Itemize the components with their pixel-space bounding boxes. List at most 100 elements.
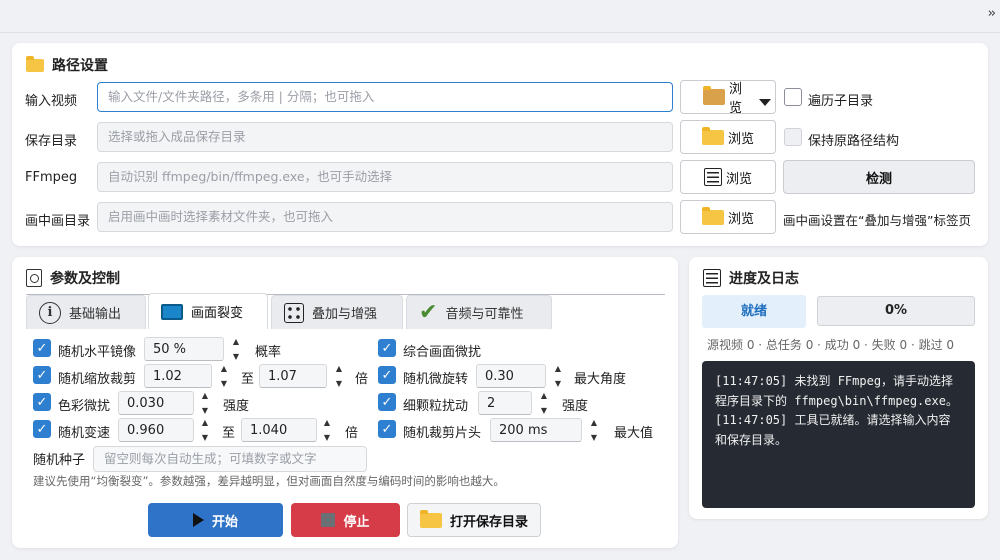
grain-jitter-checkbox[interactable]: ✓ (378, 393, 396, 411)
tab-audio-reliability[interactable]: ✔ 音频与可靠性 (406, 295, 552, 329)
input-video-browse-label: 浏览 (729, 82, 743, 114)
detect-button[interactable]: 检测 (783, 160, 975, 194)
hflip-prob-suffix: 概率 (255, 345, 282, 360)
start-button[interactable]: 开始 (148, 503, 283, 537)
speed-min-value: 0.960 (127, 423, 165, 438)
tab-overlay-enhance[interactable]: 叠加与增强 (271, 295, 403, 329)
random-scale-crop-checkbox[interactable]: ✓ (33, 366, 51, 384)
pip-dir-browse-label: 浏览 (727, 211, 754, 227)
checkmark-icon: ✔ (419, 299, 438, 325)
keep-structure-label: 保持原路径结构 (808, 134, 900, 149)
document-icon (703, 269, 721, 287)
save-dir-field[interactable]: 选择或拖入成品保存目录 (97, 122, 673, 152)
log-panel[interactable]: [11:47:05] 未找到 FFmpeg，请手动选择程序目录下的 ffmpeg… (702, 361, 975, 508)
ffmpeg-field[interactable]: 自动识别 ffmpeg/bin/ffmpeg.exe，也可手动选择 (97, 162, 673, 192)
combined-jitter-checkbox[interactable]: ✓ (378, 339, 396, 357)
pip-dir-label: 画中画目录 (25, 214, 91, 229)
color-jitter-label: 色彩微扰 (58, 399, 111, 414)
trim-head-value: 200 ms (499, 423, 548, 438)
save-dir-label: 保存目录 (25, 134, 78, 149)
task-stats: 源视频 0 · 总任务 0 · 成功 0 · 失败 0 · 跳过 0 (707, 338, 955, 352)
info-icon: i (39, 301, 61, 324)
recurse-subdirs-label: 遍历子目录 (808, 94, 874, 109)
random-scale-crop-label: 随机缩放裁剪 (58, 372, 137, 387)
ffmpeg-label: FFmpeg (25, 170, 78, 185)
detect-label: 检测 (865, 171, 892, 187)
scale-max-spinner[interactable]: ▲ ▼ (331, 363, 347, 389)
seed-placeholder: 留空则每次自动生成；可填数字或文字 (104, 451, 317, 466)
tab-basic-output[interactable]: i 基础输出 (26, 295, 146, 329)
scale-min-value: 1.02 (153, 369, 182, 384)
rotate-max-suffix: 最大角度 (574, 372, 627, 387)
color-jitter-spinner[interactable]: ▲ ▼ (197, 390, 213, 416)
pip-dir-field[interactable]: 启用画中画时选择素材文件夹，也可拖入 (97, 202, 673, 232)
scale-min-spinner[interactable]: ▲ ▼ (216, 363, 232, 389)
open-save-dir-button[interactable]: 打开保存目录 (407, 503, 541, 537)
status-badge: 就绪 (702, 295, 806, 328)
play-icon (192, 513, 204, 527)
start-label: 开始 (211, 514, 238, 530)
grain-strength-input[interactable]: 2 (478, 391, 532, 415)
random-rotate-checkbox[interactable]: ✓ (378, 366, 396, 384)
speed-max-spinner[interactable]: ▲ ▼ (319, 417, 335, 443)
scale-min-input[interactable]: 1.02 (144, 364, 212, 388)
tab-audio-reliability-label: 音频与可靠性 (445, 307, 524, 322)
input-video-field[interactable]: 输入文件/文件夹路径，多条用 | 分隔；也可拖入 (97, 82, 673, 112)
grain-strength-spinner[interactable]: ▲ ▼ (536, 390, 552, 416)
fission-hint: 建议先使用“均衡裂变”。参数越强，差异越明显，但对画面自然度与编码时间的影响也越… (33, 474, 505, 488)
ffmpeg-browse-label: 浏览 (725, 171, 752, 187)
seed-input[interactable]: 留空则每次自动生成；可填数字或文字 (93, 446, 367, 472)
stop-button[interactable]: 停止 (291, 503, 400, 537)
random-speed-checkbox[interactable]: ✓ (33, 420, 51, 438)
color-jitter-input[interactable]: 0.030 (118, 391, 194, 415)
seed-label: 随机种子 (33, 453, 86, 468)
color-jitter-checkbox[interactable]: ✓ (33, 393, 51, 411)
trim-head-input[interactable]: 200 ms (490, 418, 582, 442)
ffmpeg-placeholder: 自动识别 ffmpeg/bin/ffmpeg.exe，也可手动选择 (108, 169, 393, 184)
top-divider (0, 32, 1000, 33)
collapse-toggle[interactable]: ›› (988, 6, 997, 21)
input-video-label: 输入视频 (25, 94, 78, 109)
input-video-placeholder: 输入文件/文件夹路径，多条用 | 分隔；也可拖入 (108, 89, 375, 104)
scale-range-to: 至 (241, 372, 255, 387)
tab-overlay-enhance-label: 叠加与增强 (312, 307, 378, 322)
random-trim-head-checkbox[interactable]: ✓ (378, 420, 396, 438)
scale-max-value: 1.07 (268, 369, 297, 384)
trim-head-spinner[interactable]: ▲ ▼ (586, 417, 602, 443)
recurse-subdirs-checkbox[interactable] (784, 88, 802, 106)
scale-suffix: 倍 (355, 372, 369, 387)
speed-suffix: 倍 (345, 426, 359, 441)
speed-max-value: 1.040 (250, 423, 288, 438)
speed-min-input[interactable]: 0.960 (118, 418, 194, 442)
save-dir-placeholder: 选择或拖入成品保存目录 (108, 129, 246, 144)
hflip-prob-spinner[interactable]: ▲ ▼ (228, 336, 244, 362)
random-hflip-checkbox[interactable]: ✓ (33, 339, 51, 357)
rotate-max-input[interactable]: 0.30 (476, 364, 546, 388)
speed-min-spinner[interactable]: ▲ ▼ (197, 417, 213, 443)
tab-frame-fission[interactable]: 画面裂变 (148, 293, 268, 329)
scale-max-input[interactable]: 1.07 (259, 364, 327, 388)
save-dir-browse-button[interactable]: 浏览 (680, 120, 776, 154)
magnifier-doc-icon (26, 269, 42, 287)
path-settings-title: 路径设置 (52, 58, 108, 74)
grid-icon (284, 302, 304, 323)
monitor-icon (161, 303, 183, 320)
folder-icon (701, 206, 724, 225)
rotate-max-spinner[interactable]: ▲ ▼ (550, 363, 566, 389)
progress-header: 进度及日志 (703, 268, 799, 288)
ffmpeg-browse-button[interactable]: 浏览 (680, 160, 776, 194)
progress-bar: 0% (817, 296, 975, 326)
pip-dir-placeholder: 启用画中画时选择素材文件夹，也可拖入 (108, 209, 334, 224)
document-icon (703, 168, 722, 186)
status-text: 就绪 (740, 304, 767, 319)
dropdown-chevron-icon[interactable] (759, 99, 771, 106)
folder-icon (419, 509, 442, 528)
pip-dir-browse-button[interactable]: 浏览 (680, 200, 776, 234)
keep-structure-checkbox[interactable] (784, 128, 802, 146)
grain-jitter-label: 细颗粒扰动 (403, 399, 469, 414)
input-video-browse-button[interactable]: 浏览 (680, 80, 776, 114)
color-jitter-value: 0.030 (127, 396, 165, 411)
rotate-max-value: 0.30 (485, 369, 514, 384)
speed-max-input[interactable]: 1.040 (241, 418, 317, 442)
hflip-prob-input[interactable]: 50 % (144, 337, 224, 361)
